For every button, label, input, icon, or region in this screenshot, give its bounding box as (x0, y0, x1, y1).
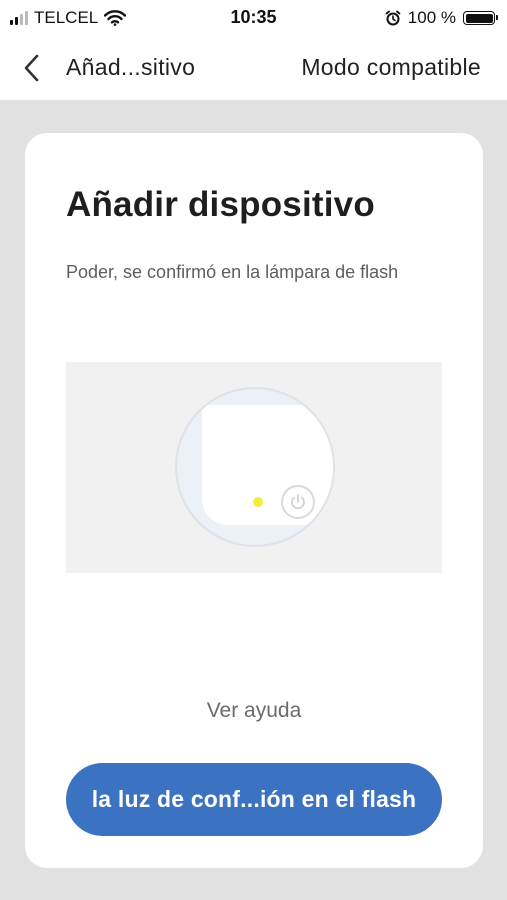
add-device-card: Añadir dispositivo Poder, se confirmó en… (25, 133, 483, 868)
nav-bar: Añad...sitivo Modo compatible (0, 36, 507, 100)
led-indicator (253, 497, 263, 507)
instruction-text: Poder, se confirmó en la lámpara de flas… (66, 262, 399, 282)
alarm-icon (385, 10, 401, 26)
battery-icon (463, 11, 498, 25)
status-bar: TELCEL 10:35 100 % (0, 0, 507, 36)
compatible-mode-button[interactable]: Modo compatible (301, 54, 481, 81)
page-title: Añadir dispositivo (66, 185, 375, 224)
power-icon (281, 485, 315, 519)
status-right: 100 % (385, 8, 498, 28)
back-button[interactable] (18, 50, 48, 86)
device-illustration (66, 362, 442, 573)
zoom-circle (175, 387, 335, 547)
chevron-left-icon (24, 54, 39, 82)
content-area: Añadir dispositivo Poder, se confirmó en… (0, 100, 507, 900)
device-corner (202, 405, 333, 525)
confirm-flash-button[interactable]: la luz de conf...ión en el flash (66, 763, 442, 836)
help-link[interactable]: Ver ayuda (25, 699, 483, 723)
battery-percent: 100 % (407, 8, 456, 27)
nav-title: Añad...sitivo (66, 54, 196, 80)
